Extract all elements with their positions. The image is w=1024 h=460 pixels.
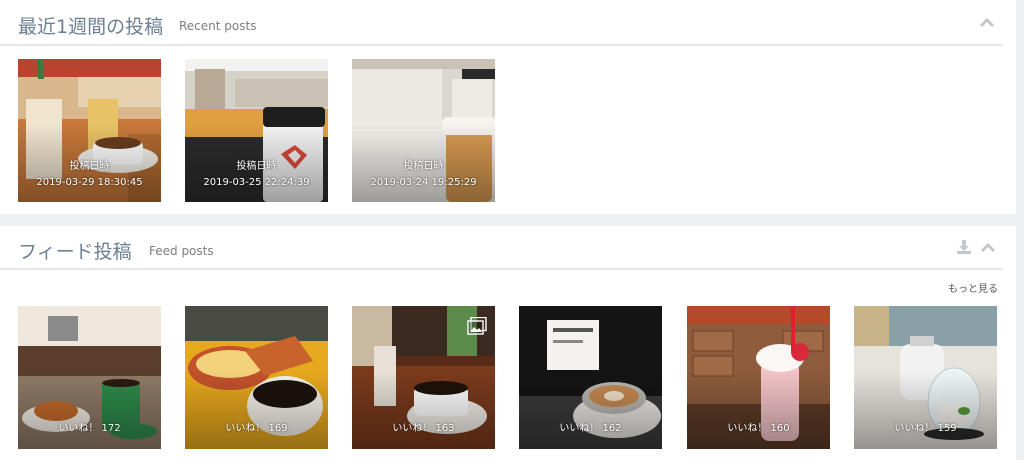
recent-posts-title: 最近1週間の投稿 <box>18 16 164 38</box>
post-date: 2019-03-29 18:30:45 <box>36 177 143 188</box>
chevron-up-icon[interactable] <box>980 243 996 253</box>
recent-post-thumbnail[interactable]: 投稿日時 2019-03-24 19:25:29 <box>352 59 495 202</box>
post-likes: いいね！ 163 <box>392 423 455 434</box>
post-date: 2019-03-24 19:25:29 <box>370 177 477 188</box>
post-date: 2019-03-25 22:24:39 <box>203 177 310 188</box>
feed-post-thumbnail[interactable]: いいね！ 172 <box>18 306 161 449</box>
multiple-images-icon <box>467 317 487 335</box>
feed-post-thumbnail[interactable]: いいね！ 160 <box>687 306 830 449</box>
post-date-label: 投稿日時 <box>69 161 110 172</box>
post-date-label: 投稿日時 <box>236 161 277 172</box>
feed-posts-panel: フィード投稿 Feed posts もっと見る いいね！ 172 いいね！ 16… <box>0 226 1016 460</box>
feed-post-thumbnail[interactable]: いいね！ 159 <box>854 306 997 449</box>
recent-posts-header: 最近1週間の投稿 Recent posts <box>0 0 1002 46</box>
recent-post-thumbnail[interactable]: 投稿日時 2019-03-29 18:30:45 <box>18 59 161 202</box>
recent-posts-subtitle: Recent posts <box>179 19 257 33</box>
chevron-up-icon[interactable] <box>979 18 995 28</box>
feed-post-thumbnail[interactable]: いいね！ 163 <box>352 306 495 449</box>
feed-post-thumbnail[interactable]: いいね！ 169 <box>185 306 328 449</box>
post-likes: いいね！ 159 <box>894 423 957 434</box>
download-icon[interactable] <box>957 240 971 254</box>
post-likes: いいね！ 169 <box>225 423 288 434</box>
post-date-label: 投稿日時 <box>403 161 444 172</box>
post-likes: いいね！ 160 <box>727 423 790 434</box>
feed-posts-header: フィード投稿 Feed posts <box>0 226 1002 270</box>
recent-posts-panel: 最近1週間の投稿 Recent posts 投稿日時 2019-03-29 18… <box>0 0 1016 214</box>
feed-posts-title: フィード投稿 <box>18 241 132 263</box>
post-likes: いいね！ 172 <box>58 423 121 434</box>
feed-posts-subtitle: Feed posts <box>149 244 214 258</box>
feed-post-thumbnail[interactable]: いいね！ 162 <box>519 306 662 449</box>
see-more-link[interactable]: もっと見る <box>948 280 998 295</box>
post-likes: いいね！ 162 <box>559 423 622 434</box>
recent-post-thumbnail[interactable]: 投稿日時 2019-03-25 22:24:39 <box>185 59 328 202</box>
